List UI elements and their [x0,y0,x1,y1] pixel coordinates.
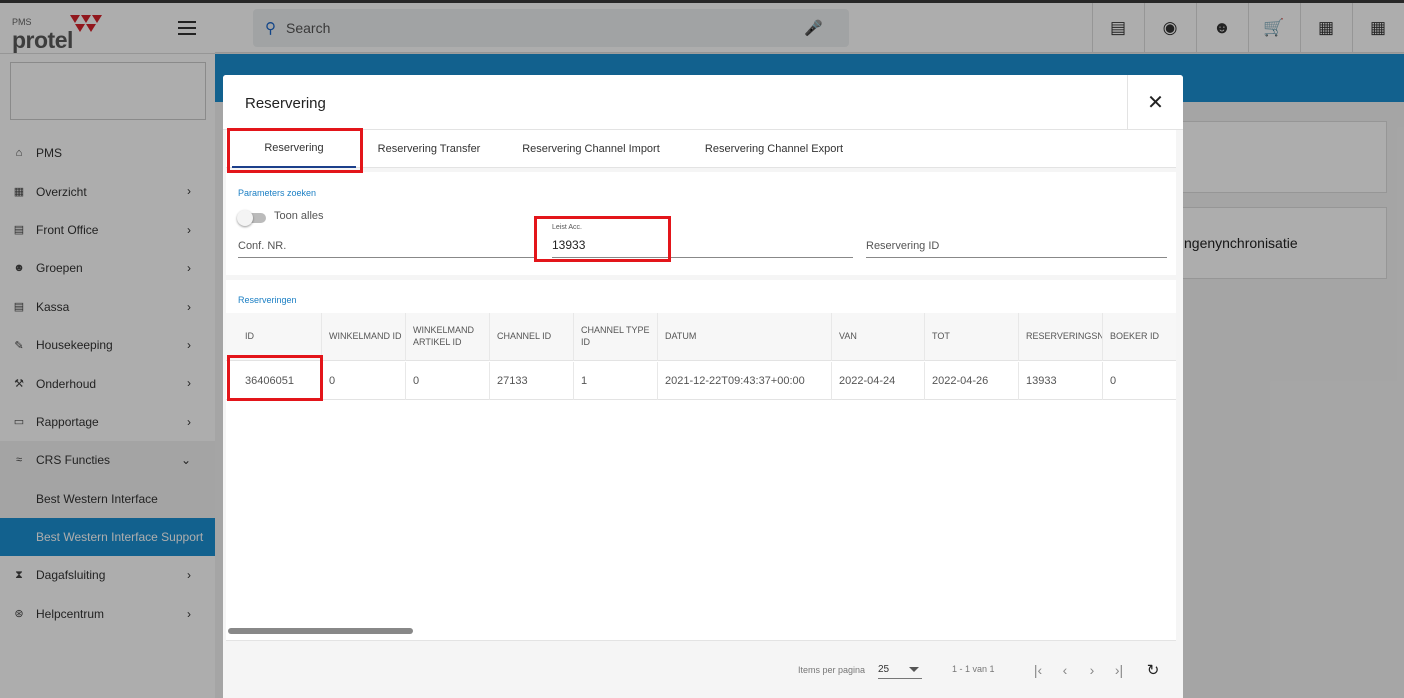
dropdown-caret-icon [909,667,919,672]
reservering-dialog: Reservering ✕ Reservering Reservering Tr… [223,75,1183,698]
next-page-button[interactable]: › [1081,659,1103,681]
last-page-button[interactable]: ›| [1108,659,1130,681]
column-header-reserveringsnummer[interactable]: RESERVERINGSNUMMER [1019,313,1103,361]
first-page-icon: |‹ [1033,662,1043,678]
conf-nr-placeholder: Conf. NR. [238,240,287,252]
dialog-tabs: Reservering Reservering Transfer Reserve… [226,130,1176,168]
tab-label: Reservering Channel Import [522,143,660,155]
tab-label: Reservering [264,142,324,154]
show-all-toggle[interactable] [237,210,266,226]
column-header-tot[interactable]: TOT [925,313,1019,361]
cell-winkelmand-artikel-id: 0 [406,362,490,400]
tab-reservering-channel-export[interactable]: Reservering Channel Export [692,130,856,168]
reserveringen-section-label: Reserveringen [238,295,297,305]
column-header-datum[interactable]: DATUM [658,313,832,361]
cell-datum: 2021-12-22T09:43:37+00:00 [658,362,832,400]
tab-reservering[interactable]: Reservering [232,130,356,168]
column-header-channel-id[interactable]: CHANNEL ID [490,313,574,361]
refresh-icon: ↻ [1146,662,1160,679]
tab-label: Reservering Transfer [377,143,481,155]
table-row[interactable]: 36406051 0 0 27133 1 2021-12-22T09:43:37… [226,362,1176,400]
column-header-boeker-id[interactable]: BOEKER ID [1103,313,1176,361]
reservering-id-placeholder: Reservering ID [866,240,940,252]
cell-channel-id: 27133 [490,362,574,400]
cell-van: 2022-04-24 [832,362,925,400]
cell-boeker-id: 0 [1110,375,1117,387]
reserveringen-panel: Reserveringen ID WINKELMAND ID WINKELMAN… [226,280,1176,640]
tab-label: Reservering Channel Export [704,143,844,155]
conf-nr-input[interactable]: Conf. NR. [238,232,534,258]
refresh-button[interactable]: ↻ [1142,659,1164,681]
leist-acc-value: 13933 [552,238,586,252]
page-size-select[interactable]: 25 [878,659,922,679]
paginator: Items per pagina 25 1 - 1 van 1 |‹ ‹ › ›… [226,640,1176,698]
column-header-winkelmand-artikel-id[interactable]: WINKELMAND ARTIKEL ID [406,313,490,361]
cell-channel-type-id: 1 [574,362,658,400]
tab-reservering-channel-import[interactable]: Reservering Channel Import [506,130,676,168]
column-header-winkelmand-id[interactable]: WINKELMAND ID [322,313,406,361]
cell-winkelmand-id: 0 [322,362,406,400]
column-header-id[interactable]: ID [238,313,322,361]
dialog-header: Reservering ✕ [223,75,1183,130]
column-header-channel-type-id[interactable]: CHANNEL TYPE ID [574,313,658,361]
leist-acc-label: Leist Acc. [552,224,582,231]
items-per-page-label: Items per pagina [798,665,866,675]
first-page-button[interactable]: |‹ [1027,659,1049,681]
last-page-icon: ›| [1114,662,1124,678]
tab-reservering-transfer[interactable]: Reservering Transfer [366,130,492,168]
show-all-label: Toon alles [274,210,324,222]
chevron-right-icon: › [1089,662,1095,678]
close-icon: ✕ [1147,92,1164,114]
parameters-section-label: Parameters zoeken [238,188,317,198]
chevron-left-icon: ‹ [1062,662,1068,678]
cell-reserveringsnummer: 13933 [1019,362,1103,400]
toggle-knob [237,210,253,226]
reservering-id-input[interactable]: Reservering ID [866,232,1167,258]
previous-page-button[interactable]: ‹ [1054,659,1076,681]
search-parameters-panel: Parameters zoeken Toon alles Conf. NR. L… [226,172,1176,275]
page-range-label: 1 - 1 van 1 [952,664,995,674]
leist-acc-input[interactable]: Leist Acc. 13933 [552,224,853,258]
dialog-title: Reservering [245,95,326,112]
column-header-van[interactable]: VAN [832,313,925,361]
table-header-row: ID WINKELMAND ID WINKELMAND ARTIKEL ID C… [226,313,1176,361]
cell-id: 36406051 [238,362,322,400]
cell-tot: 2022-04-26 [925,362,1019,400]
page-size-value: 25 [878,664,890,675]
horizontal-scrollbar[interactable] [228,628,413,634]
close-button[interactable]: ✕ [1127,75,1183,130]
